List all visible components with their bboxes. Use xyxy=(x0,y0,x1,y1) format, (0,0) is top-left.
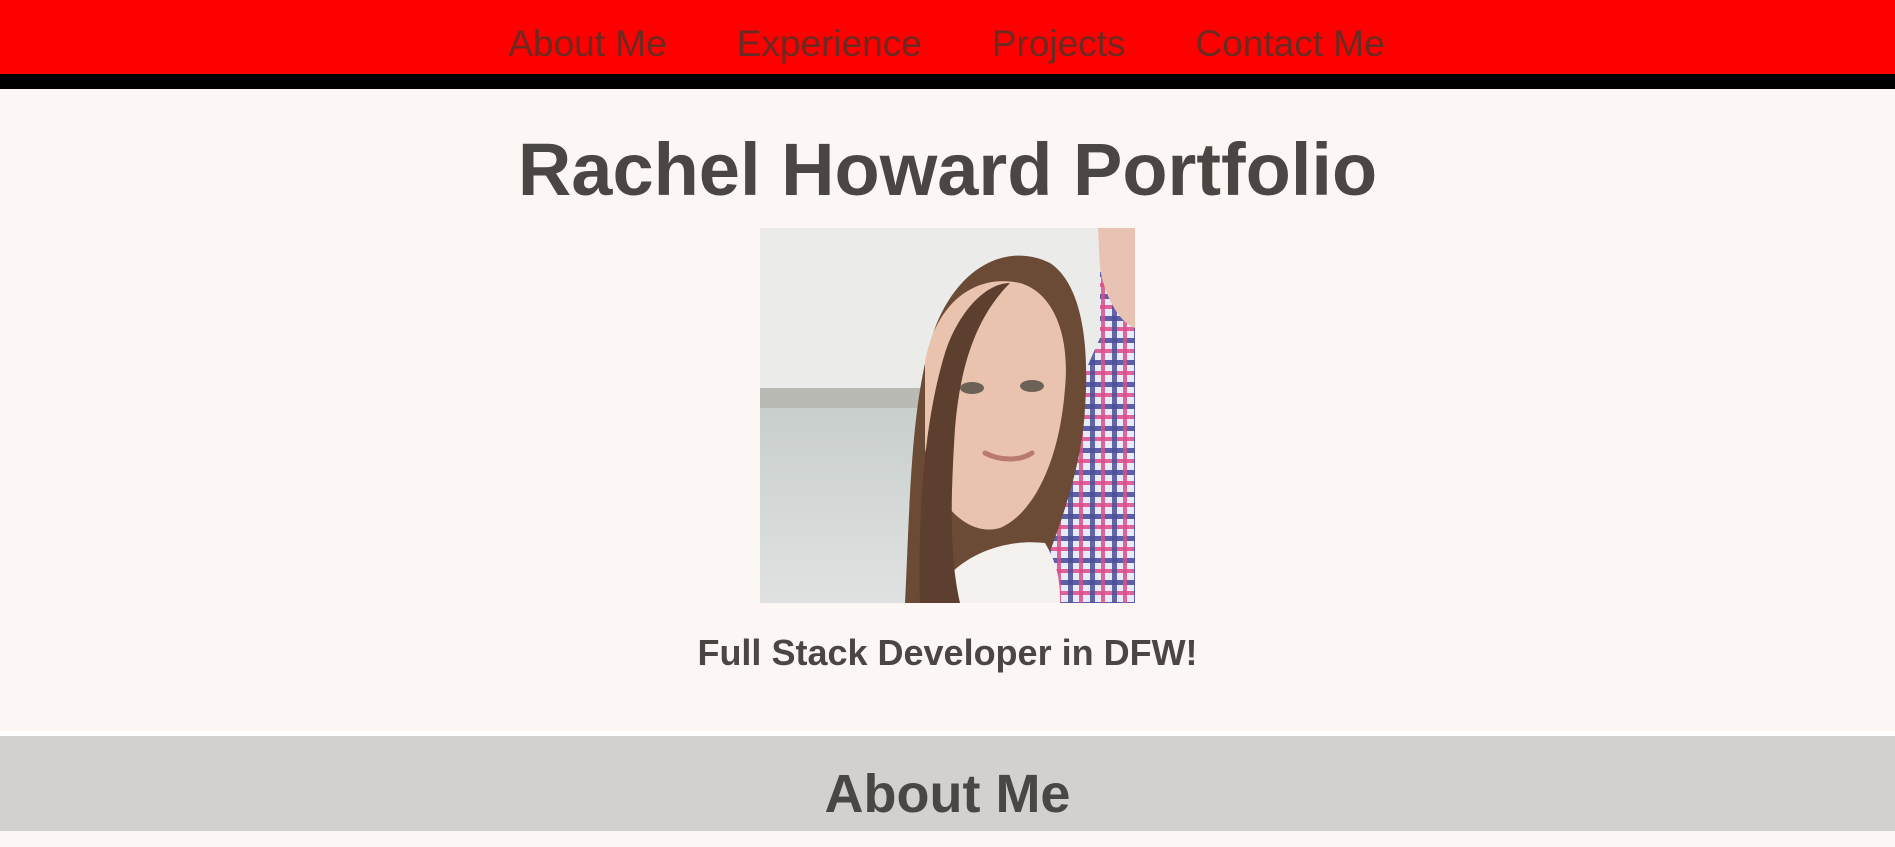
nav-menu: About Me Experience Projects Contact Me xyxy=(473,0,1419,62)
hero-tagline: Full Stack Developer in DFW! xyxy=(697,632,1198,673)
profile-photo xyxy=(760,228,1135,603)
about-section: About Me xyxy=(0,731,1895,831)
nav-link-contact-me[interactable]: Contact Me xyxy=(1195,0,1384,62)
nav-link-experience[interactable]: Experience xyxy=(737,0,922,62)
nav-link-projects[interactable]: Projects xyxy=(992,0,1126,62)
hero-section: Rachel Howard Portfolio Full Stack Devel… xyxy=(0,89,1895,731)
nav-link-about-me[interactable]: About Me xyxy=(508,0,666,62)
page-title: Rachel Howard Portfolio xyxy=(517,128,1378,211)
top-navigation: About Me Experience Projects Contact Me xyxy=(0,0,1895,89)
about-heading: About Me xyxy=(824,764,1071,824)
portrait-image xyxy=(760,228,1135,603)
